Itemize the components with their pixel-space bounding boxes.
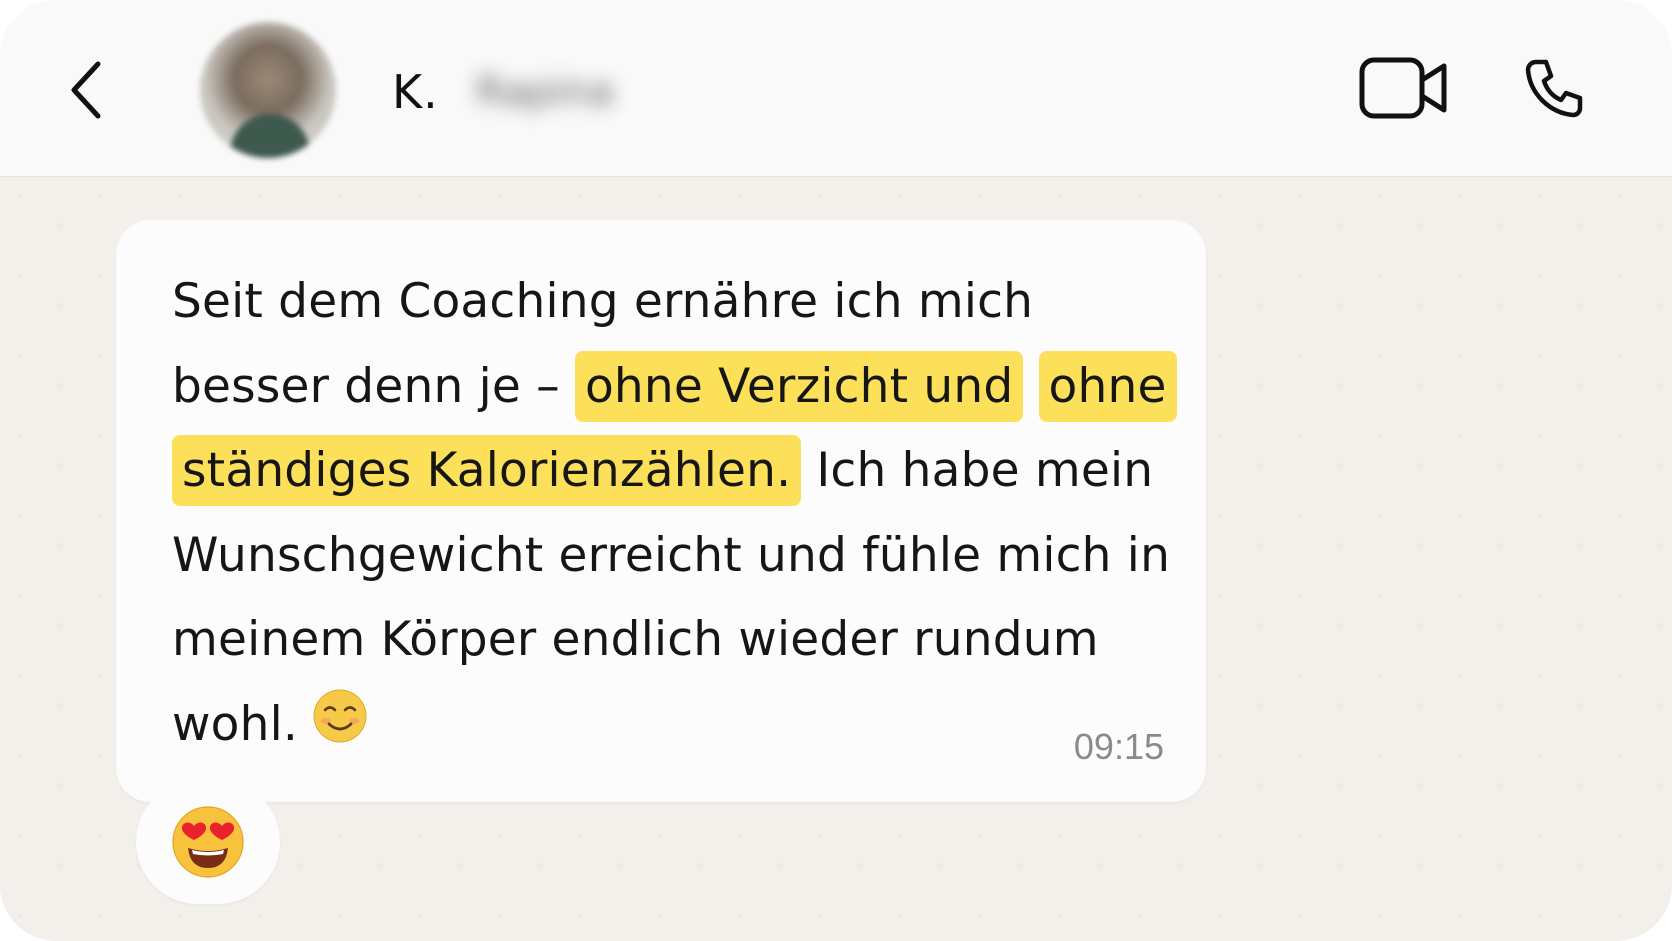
reaction-badge[interactable]	[136, 780, 280, 904]
message-highlight-1: ohne Verzicht und	[574, 350, 1024, 422]
heart-eyes-icon	[172, 806, 244, 878]
contact-surname-blurred[interactable]: Rapina	[476, 60, 614, 124]
chat-header: K. Rapina	[0, 0, 1672, 177]
video-call-button[interactable]	[1352, 48, 1456, 128]
smiling-face-icon	[312, 687, 368, 772]
message-timestamp: 09:15	[1073, 726, 1164, 767]
chat-window: K. Rapina Seit dem Coaching ernähre ich …	[0, 0, 1672, 941]
message-bubble[interactable]: Seit dem Coaching ernähre ich mich besse…	[116, 220, 1206, 802]
avatar[interactable]	[200, 22, 336, 158]
contact-name[interactable]: K.	[392, 60, 439, 124]
phone-icon	[1525, 59, 1583, 118]
back-button[interactable]	[56, 54, 116, 126]
chevron-left-icon	[71, 61, 101, 119]
video-camera-icon	[1359, 57, 1447, 119]
message-text: Seit dem Coaching ernähre ich mich besse…	[172, 260, 1177, 772]
voice-call-button[interactable]	[1514, 48, 1594, 128]
